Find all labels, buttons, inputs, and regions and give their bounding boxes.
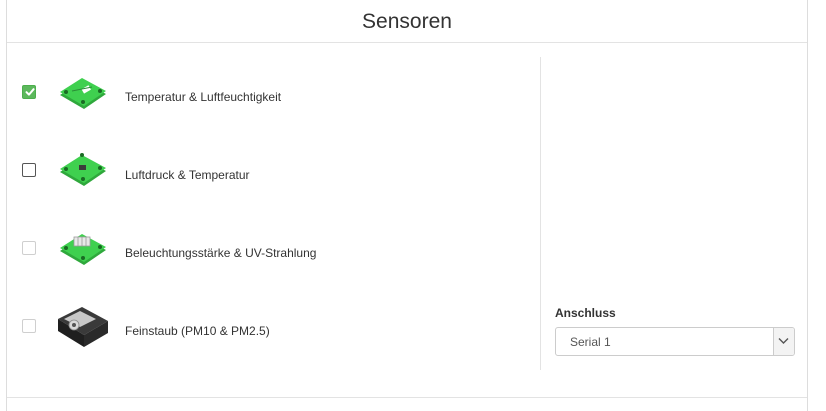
sensor-board-green-icon bbox=[60, 234, 106, 265]
sensor-label: Temperatur & Luftfeuchtigkeit bbox=[125, 90, 282, 104]
sensor-checkbox-illuminance-uv[interactable] bbox=[22, 241, 36, 255]
panel-footer-divider bbox=[7, 397, 807, 398]
select-arrow-button[interactable] bbox=[773, 328, 794, 355]
connection-select[interactable]: Serial 1 bbox=[555, 327, 795, 356]
check-icon bbox=[25, 88, 35, 96]
particulate-sensor-icon bbox=[58, 307, 108, 347]
sensor-checkbox-temperature-humidity[interactable] bbox=[22, 85, 36, 99]
connection-label: Anschluss bbox=[555, 306, 616, 320]
sensor-label: Luftdruck & Temperatur bbox=[125, 168, 250, 182]
sensor-board-green-icon bbox=[60, 153, 106, 186]
column-divider bbox=[540, 57, 541, 370]
sensor-row-temperature-humidity[interactable]: Temperatur & Luftfeuchtigkeit bbox=[7, 62, 541, 122]
panel-title: Sensoren bbox=[362, 10, 452, 33]
sensor-checkbox-pressure-temperature[interactable] bbox=[22, 163, 36, 177]
connection-select-value: Serial 1 bbox=[570, 335, 611, 349]
sensor-row-particulate[interactable]: Feinstaub (PM10 & PM2.5) bbox=[7, 296, 541, 356]
sensor-row-pressure-temperature[interactable]: Luftdruck & Temperatur bbox=[7, 140, 541, 200]
sensors-panel: Sensoren Temperatur & Luftfeuchtigkeit L… bbox=[6, 0, 808, 411]
sensor-label: Beleuchtungsstärke & UV-Strahlung bbox=[125, 246, 317, 260]
panel-header: Sensoren bbox=[7, 0, 807, 43]
sensor-row-illuminance-uv[interactable]: Beleuchtungsstärke & UV-Strahlung bbox=[7, 218, 541, 278]
sensor-label: Feinstaub (PM10 & PM2.5) bbox=[125, 324, 270, 338]
sensor-board-green-icon bbox=[60, 78, 106, 109]
sensor-checkbox-particulate[interactable] bbox=[22, 319, 36, 333]
chevron-down-icon bbox=[778, 338, 789, 344]
